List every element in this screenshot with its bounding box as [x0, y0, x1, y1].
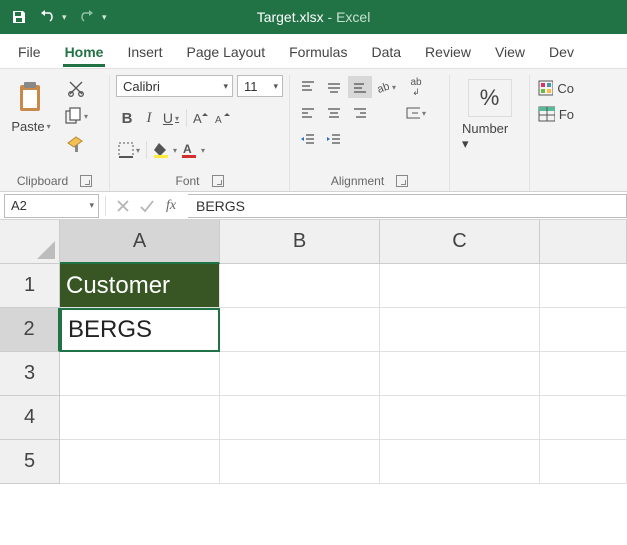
increase-indent-icon[interactable]: [322, 128, 346, 150]
row-header-2[interactable]: 2: [0, 308, 60, 352]
cell-d5[interactable]: [540, 440, 627, 484]
cell-b2[interactable]: [220, 308, 380, 352]
tab-developer[interactable]: Dev: [539, 38, 584, 68]
format-painter-button[interactable]: [62, 133, 90, 155]
conditional-formatting-button[interactable]: Co: [536, 77, 576, 99]
row-header-1[interactable]: 1: [0, 264, 60, 308]
align-top-icon[interactable]: [296, 76, 320, 98]
alignment-group-title: Alignment: [331, 174, 384, 188]
cell-a1[interactable]: Customer: [60, 264, 220, 308]
cell-a5[interactable]: [60, 440, 220, 484]
cell-d2[interactable]: [540, 308, 627, 352]
paste-label[interactable]: Paste▾: [9, 119, 52, 134]
cell-a3[interactable]: [60, 352, 220, 396]
align-bottom-icon[interactable]: [348, 76, 372, 98]
svg-text:ab: ab: [376, 81, 390, 95]
underline-button[interactable]: U▾: [160, 107, 182, 129]
cell-a4[interactable]: [60, 396, 220, 440]
redo-dropdown-icon[interactable]: ▾: [102, 12, 110, 23]
align-left-icon[interactable]: [296, 102, 320, 124]
bold-button[interactable]: B: [116, 107, 138, 129]
row-header-4[interactable]: 4: [0, 396, 60, 440]
copy-button[interactable]: ▾: [62, 105, 90, 127]
percent-style-button[interactable]: %: [468, 79, 512, 117]
col-header-a[interactable]: A: [60, 220, 220, 264]
align-right-icon[interactable]: [348, 102, 372, 124]
row-header-3[interactable]: 3: [0, 352, 60, 396]
tab-formulas[interactable]: Formulas: [279, 38, 357, 68]
italic-button[interactable]: I: [138, 107, 160, 129]
cut-button[interactable]: [62, 77, 90, 99]
borders-button[interactable]: ▾: [116, 139, 142, 161]
window-title: Target.xlsx - Excel: [257, 9, 371, 25]
orientation-button[interactable]: ab▾: [374, 76, 398, 98]
fill-color-button[interactable]: ▾: [151, 139, 179, 161]
svg-text:A: A: [215, 115, 222, 126]
font-name-combo[interactable]: Calibri▾: [116, 75, 233, 97]
alignment-launcher-icon[interactable]: [396, 175, 408, 187]
formula-bar[interactable]: BERGS: [188, 194, 627, 218]
ribbon: Paste▾ ▾ Clipboard: [0, 68, 627, 192]
paste-button[interactable]: [14, 75, 48, 119]
number-group-label[interactable]: Number ▾: [462, 121, 517, 152]
font-group-title: Font: [175, 174, 199, 188]
row-header-5[interactable]: 5: [0, 440, 60, 484]
increase-font-icon[interactable]: A: [191, 107, 213, 129]
font-color-button[interactable]: A ▾: [179, 139, 207, 161]
cell-b3[interactable]: [220, 352, 380, 396]
tab-home[interactable]: Home: [55, 38, 114, 68]
cell-d3[interactable]: [540, 352, 627, 396]
insert-function-button[interactable]: fx: [160, 195, 182, 217]
svg-text:A: A: [183, 142, 192, 156]
tab-page-layout[interactable]: Page Layout: [176, 38, 275, 68]
tab-review[interactable]: Review: [415, 38, 481, 68]
cell-b5[interactable]: [220, 440, 380, 484]
format-as-table-button[interactable]: Fo: [536, 103, 576, 125]
cancel-formula-icon[interactable]: [112, 195, 134, 217]
font-launcher-icon[interactable]: [212, 175, 224, 187]
cell-a2[interactable]: BERGS: [60, 308, 220, 352]
col-header-b[interactable]: B: [220, 220, 380, 264]
font-size-combo[interactable]: 11▾: [237, 75, 283, 97]
name-box[interactable]: A2 ▾: [4, 194, 99, 218]
ribbon-tabs: File Home Insert Page Layout Formulas Da…: [0, 34, 627, 68]
redo-icon[interactable]: [76, 6, 98, 28]
save-icon[interactable]: [8, 6, 30, 28]
cell-c2[interactable]: [380, 308, 540, 352]
clipboard-launcher-icon[interactable]: [80, 175, 92, 187]
merge-center-button[interactable]: ▾: [404, 102, 428, 124]
cell-c4[interactable]: [380, 396, 540, 440]
spreadsheet-grid[interactable]: A B C 1 Customer 2 BERGS 3 4 5: [0, 220, 627, 484]
cell-d4[interactable]: [540, 396, 627, 440]
decrease-font-icon[interactable]: A: [213, 107, 235, 129]
enter-formula-icon[interactable]: [136, 195, 158, 217]
cell-b4[interactable]: [220, 396, 380, 440]
cell-c5[interactable]: [380, 440, 540, 484]
undo-icon[interactable]: [36, 6, 58, 28]
cell-c1[interactable]: [380, 264, 540, 308]
cell-c3[interactable]: [380, 352, 540, 396]
col-header-d[interactable]: [540, 220, 627, 264]
title-filename: Target.xlsx: [257, 9, 324, 25]
align-middle-icon[interactable]: [322, 76, 346, 98]
align-center-icon[interactable]: [322, 102, 346, 124]
wrap-text-button[interactable]: ab↲: [404, 76, 428, 98]
clipboard-group-title: Clipboard: [17, 174, 68, 188]
undo-dropdown-icon[interactable]: ▾: [62, 12, 70, 23]
decrease-indent-icon[interactable]: [296, 128, 320, 150]
cell-d1[interactable]: [540, 264, 627, 308]
tab-file[interactable]: File: [8, 38, 51, 68]
col-header-c[interactable]: C: [380, 220, 540, 264]
tab-view[interactable]: View: [485, 38, 535, 68]
tab-insert[interactable]: Insert: [117, 38, 172, 68]
tab-data[interactable]: Data: [361, 38, 411, 68]
title-appname: Excel: [336, 9, 370, 25]
cell-b1[interactable]: [220, 264, 380, 308]
svg-text:A: A: [193, 111, 202, 126]
select-all-corner[interactable]: [0, 220, 60, 264]
